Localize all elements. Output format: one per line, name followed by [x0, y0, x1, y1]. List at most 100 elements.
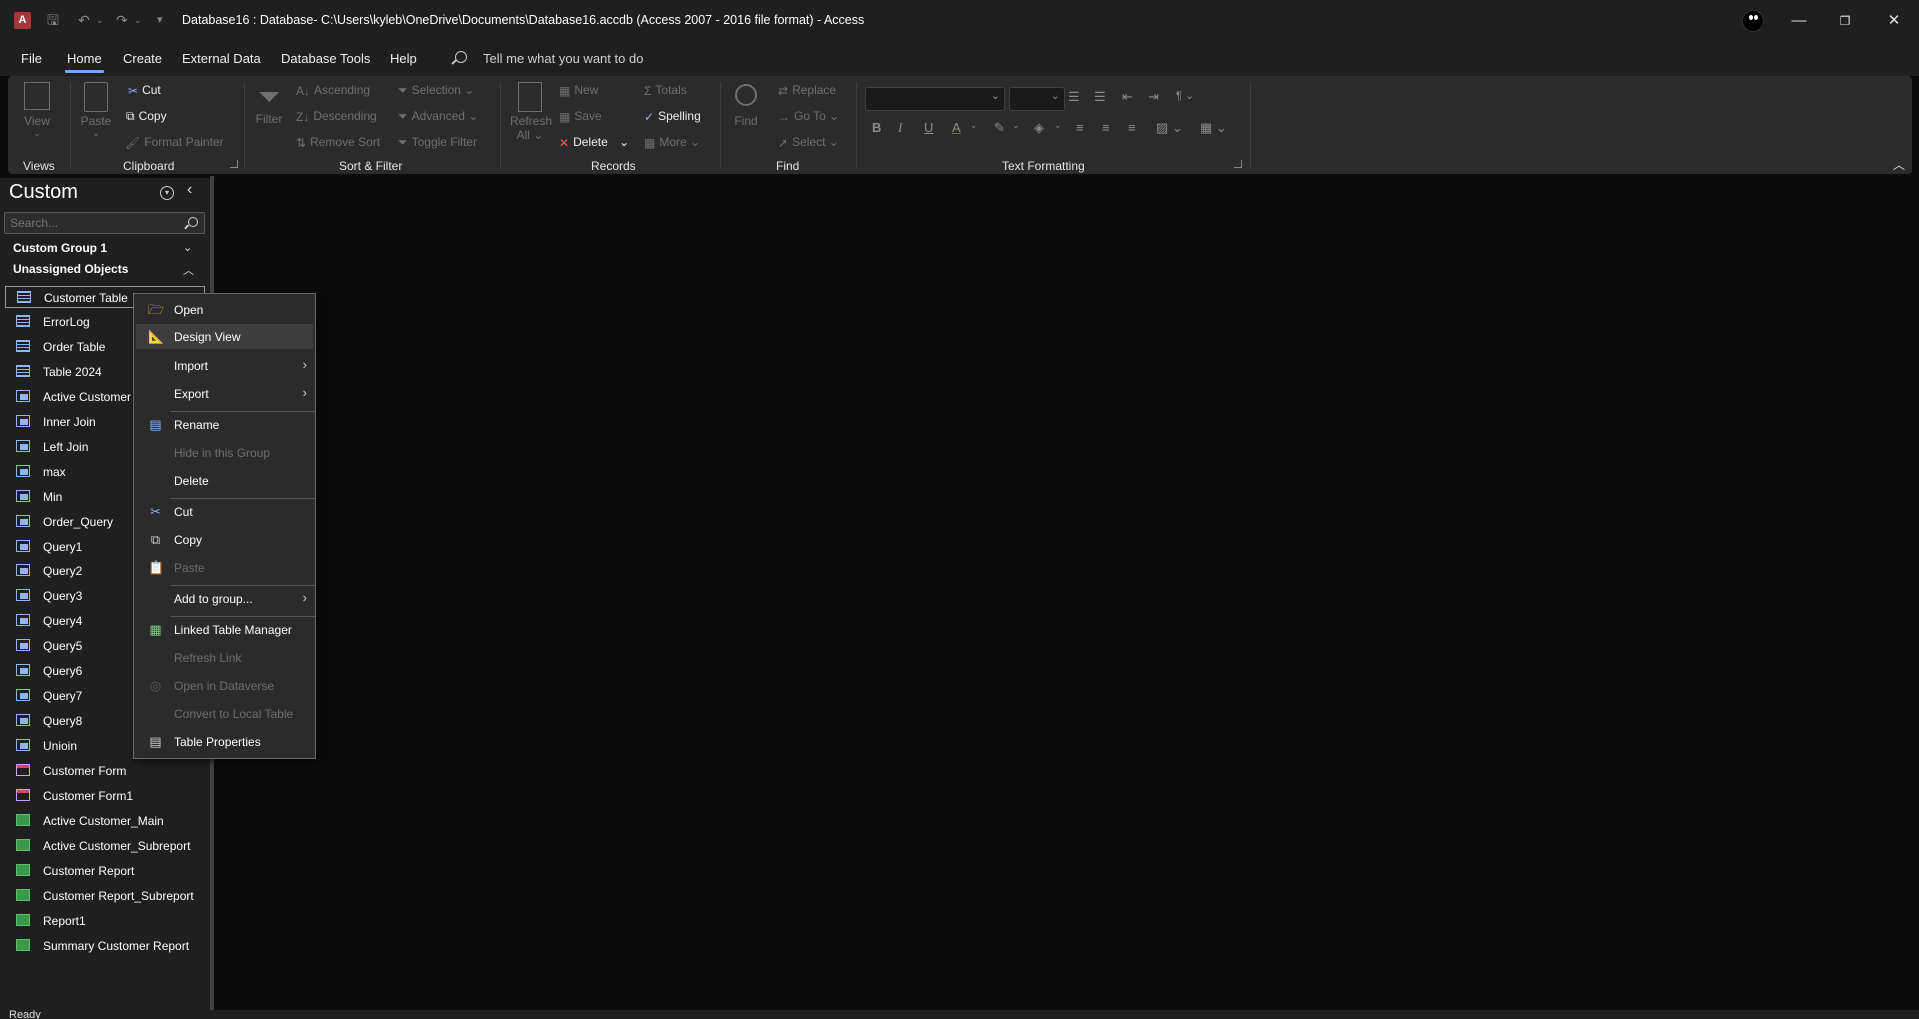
highlight-icon[interactable]: ✎ — [994, 120, 1005, 136]
nav-item-report[interactable]: Customer Report_Subreport — [5, 885, 205, 907]
minimize-button[interactable]: — — [1776, 0, 1822, 42]
nav-item-report[interactable]: Customer Report — [5, 860, 205, 882]
menu-item-delete[interactable]: Delete — [136, 468, 313, 493]
redo-icon[interactable]: ↷ — [116, 11, 128, 29]
find-button[interactable]: Find — [728, 82, 764, 128]
group-custom-group-1[interactable]: Custom Group 1 — [13, 241, 107, 255]
nav-item-report[interactable]: Active Customer_Main — [5, 810, 205, 832]
access-app-icon[interactable]: A — [14, 12, 31, 29]
menu-item-export[interactable]: Export › — [136, 381, 313, 406]
nav-pane-title[interactable]: Custom — [9, 181, 78, 204]
delete-record-button[interactable]: ✕ Delete ⌄ — [559, 135, 629, 150]
nav-item-label: Active Customer_Subreport — [43, 838, 191, 853]
ascending-button[interactable]: A↓ Ascending — [296, 83, 370, 98]
menu-item-import[interactable]: Import › — [136, 353, 313, 378]
undo-icon[interactable]: ↶ — [78, 11, 90, 29]
advanced-button[interactable]: ⏷ Advanced ⌄ — [398, 109, 478, 124]
undo-dropdown-icon[interactable]: ⌄ — [96, 11, 104, 29]
align-center-icon[interactable]: ≡ — [1102, 120, 1110, 135]
format-painter-button[interactable]: 🖌 Format Painter — [125, 135, 224, 150]
view-button[interactable]: View ⌄ — [22, 82, 52, 139]
menu-item-linked-table-manager[interactable]: ▦ Linked Table Manager — [136, 617, 313, 642]
cut-button[interactable]: ✂ Cut — [128, 83, 161, 98]
chevron-up-icon[interactable]: ︿ — [183, 262, 194, 278]
go-to-button[interactable]: → Go To ⌄ — [778, 109, 839, 124]
nav-shutter-chevron-icon[interactable]: ‹ — [187, 181, 192, 199]
remove-sort-button[interactable]: ⇅ Remove Sort — [296, 135, 380, 150]
align-left-icon[interactable]: ≡ — [1076, 120, 1084, 135]
search-icon[interactable] — [188, 217, 198, 227]
highlight-dropdown-icon[interactable]: ⌄ — [1012, 120, 1020, 131]
decrease-indent-icon[interactable]: ⇤ — [1122, 89, 1133, 105]
close-button[interactable]: ✕ — [1871, 0, 1917, 42]
bold-button[interactable]: B — [872, 120, 881, 135]
save-record-button[interactable]: ▦ Save — [559, 109, 602, 124]
fill-color-dropdown-icon[interactable]: ⌄ — [1054, 120, 1062, 131]
underline-button[interactable]: U — [924, 120, 933, 135]
tell-me-search[interactable]: Tell me what you want to do — [483, 51, 643, 66]
clipboard-launcher-icon[interactable] — [230, 160, 238, 168]
context-menu: 🗁 Open 📐 Design View Import › Export › ▤ Rena… — [133, 293, 316, 759]
totals-button[interactable]: Σ Totals — [644, 83, 687, 98]
filter-button[interactable]: ⏷ Filter — [251, 82, 287, 127]
copy-button[interactable]: ⧉ Copy — [126, 109, 167, 124]
tab-external-data[interactable]: External Data — [182, 51, 261, 66]
customize-quick-access-icon[interactable]: ▾ — [157, 11, 163, 29]
select-label: Select — [792, 135, 826, 149]
font-name-combo[interactable] — [865, 87, 1005, 111]
nav-item-report[interactable]: Report1 — [5, 910, 205, 932]
selection-button[interactable]: ⏷ Selection ⌄ — [398, 83, 474, 98]
nav-search-input[interactable] — [4, 212, 205, 234]
refresh-all-button[interactable]: Refresh All ⌄ — [510, 82, 552, 142]
bullets-icon[interactable]: ☰ — [1068, 89, 1080, 105]
nav-item-report[interactable]: Active Customer_Subreport — [5, 835, 205, 857]
chevron-down-icon[interactable]: ⌄ — [183, 241, 192, 254]
nav-item-label: Min — [43, 489, 63, 504]
menu-item-table-properties[interactable]: ▤ Table Properties — [136, 729, 313, 754]
italic-button[interactable]: I — [898, 120, 902, 136]
text-direction-icon[interactable]: ¶ ⌄ — [1176, 89, 1194, 102]
nav-menu-icon[interactable]: ▾ — [160, 186, 174, 200]
menu-item-design-view[interactable]: 📐 Design View — [136, 324, 313, 349]
menu-item-rename[interactable]: ▤ Rename — [136, 412, 313, 437]
user-avatar[interactable] — [1742, 10, 1764, 32]
collapse-ribbon-icon[interactable]: ︿ — [1893, 156, 1905, 173]
new-record-button[interactable]: ▦ New — [559, 83, 598, 98]
tab-database-tools[interactable]: Database Tools — [281, 51, 370, 66]
menu-item-copy[interactable]: ⧉ Copy — [136, 527, 313, 552]
descending-button[interactable]: Z↓ Descending — [296, 109, 377, 124]
spelling-button[interactable]: ✓ Spelling — [644, 109, 701, 124]
replace-button[interactable]: ⇄ Replace — [778, 83, 836, 98]
paste-button[interactable]: Paste ⌄ — [80, 82, 112, 139]
nav-item-report[interactable]: Summary Customer Report — [5, 935, 205, 957]
fill-color-icon[interactable]: ◈ — [1034, 120, 1044, 136]
nav-item-form[interactable]: Customer Form — [5, 760, 205, 782]
group-unassigned-objects[interactable]: Unassigned Objects — [13, 262, 128, 276]
tab-help[interactable]: Help — [390, 51, 417, 66]
numbering-icon[interactable]: ☰ — [1094, 89, 1106, 105]
menu-item-open[interactable]: 🗁 Open — [136, 297, 313, 322]
text-formatting-launcher-icon[interactable] — [1234, 160, 1242, 168]
conditional-format-icon[interactable]: ▨ ⌄ — [1156, 120, 1183, 136]
font-color-button[interactable]: A — [952, 120, 961, 135]
redo-dropdown-icon[interactable]: ⌄ — [134, 11, 142, 29]
align-right-icon[interactable]: ≡ — [1128, 120, 1136, 135]
toggle-filter-button[interactable]: ⏷ Toggle Filter — [398, 135, 477, 150]
more-button[interactable]: ▦ More ⌄ — [644, 135, 700, 150]
font-size-combo[interactable] — [1009, 87, 1065, 111]
delete-x-icon: ✕ — [559, 135, 570, 150]
nav-item-form[interactable]: Customer Form1 — [5, 785, 205, 807]
increase-indent-icon[interactable]: ⇥ — [1148, 89, 1159, 105]
tab-create[interactable]: Create — [123, 51, 162, 66]
font-color-dropdown-icon[interactable]: ⌄ — [970, 120, 978, 131]
menu-item-cut[interactable]: ✂ Cut — [136, 499, 313, 524]
delete-dropdown-icon[interactable]: ⌄ — [619, 135, 629, 149]
query-icon — [16, 664, 30, 677]
menu-item-add-to-group[interactable]: Add to group... › — [136, 586, 313, 611]
gridlines-icon[interactable]: ▦ ⌄ — [1200, 120, 1227, 136]
tab-home[interactable]: Home — [65, 51, 104, 73]
save-icon[interactable]: 🖫 — [47, 11, 59, 29]
restore-button[interactable]: ❐ — [1822, 0, 1868, 42]
select-button[interactable]: ➚ Select ⌄ — [778, 135, 839, 150]
tab-file[interactable]: File — [21, 51, 42, 66]
